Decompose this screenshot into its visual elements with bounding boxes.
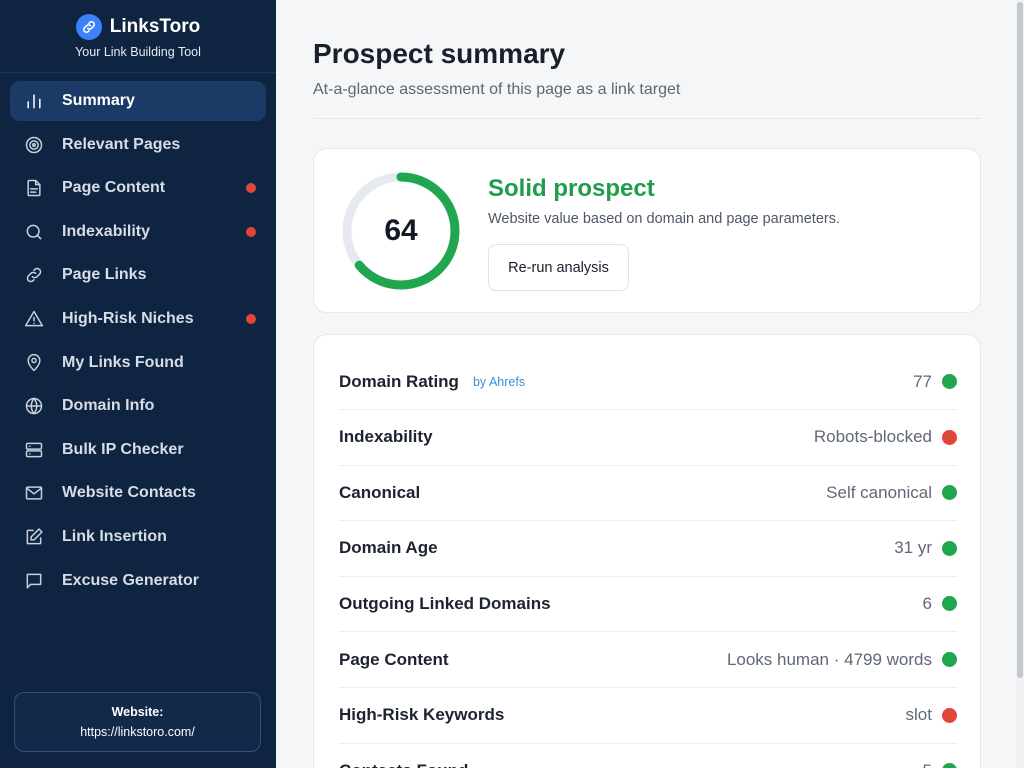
metric-value: 77 [913, 371, 932, 391]
metric-row: Canonical Self canonical [339, 465, 957, 522]
metric-row: Outgoing Linked Domains 6 [339, 576, 957, 633]
brand-header: LinksToro Your Link Building Tool [0, 0, 276, 73]
status-dot [942, 652, 957, 667]
metric-row: Domain Rating by Ahrefs 77 [339, 354, 957, 410]
metric-value: 5 [923, 761, 932, 768]
score-verdict: Solid prospect [488, 175, 655, 202]
metric-value: Looks human · 4799 words [726, 649, 932, 669]
link-logo-icon [75, 13, 102, 40]
sidebar-item-page-links[interactable]: Page Links [10, 255, 266, 295]
sidebar-item-link-insertion[interactable]: Link Insertion [10, 517, 266, 557]
sidebar-nav: Summary Relevant Pages Page Content Indexab… [0, 73, 276, 601]
score-description: Website value based on domain and page p… [488, 211, 840, 227]
metric-row: Page Content Looks human · 4799 words [339, 632, 957, 688]
metric-name: High-Risk Keywords [339, 705, 505, 725]
website-label: Website: [111, 705, 164, 719]
status-dot [942, 374, 957, 389]
metric-value: Robots-blocked [813, 427, 932, 447]
metric-name: Contacts Found [339, 761, 468, 768]
status-dot [942, 485, 957, 501]
sidebar-item-my-links-found[interactable]: My Links Found [10, 343, 266, 383]
metric-source-link[interactable]: by Ahrefs [473, 375, 525, 389]
sidebar-item-label: Summary [62, 92, 135, 109]
alert-dot [246, 313, 256, 324]
page-subtitle: At-a-glance assessment of this page as a… [313, 81, 681, 98]
mail-icon [24, 483, 44, 503]
sidebar-item-relevant-pages[interactable]: Relevant Pages [10, 125, 266, 165]
metric-row: High-Risk Keywords slot [339, 688, 957, 744]
globe-icon [24, 396, 44, 416]
metric-value: slot [905, 705, 932, 725]
status-dot [942, 540, 957, 556]
sidebar-item-label: Excuse Generator [62, 571, 199, 589]
search-icon [24, 222, 44, 242]
sidebar-item-label: Website Contacts [62, 484, 196, 502]
page-scrollbar[interactable] [1016, 0, 1024, 768]
sidebar-item-website-contacts[interactable]: Website Contacts [10, 473, 266, 513]
status-dot [942, 429, 957, 445]
metric-value: 31 yr [894, 538, 932, 558]
sidebar-item-label: Domain Info [62, 397, 155, 415]
location-pin-icon [24, 353, 44, 373]
target-icon [24, 135, 44, 155]
sidebar-item-page-content[interactable]: Page Content [10, 168, 266, 208]
metric-name: Domain Rating [339, 371, 459, 391]
sidebar-item-excuse-generator[interactable]: Excuse Generator [10, 561, 266, 601]
sidebar-item-label: High-Risk Niches [62, 309, 194, 327]
status-dot [942, 707, 957, 723]
status-dot [942, 596, 957, 612]
status-dot [942, 763, 957, 768]
edit-icon [24, 527, 44, 547]
link-icon [24, 265, 44, 285]
bar-chart-icon [24, 91, 44, 111]
sidebar-item-label: My Links Found [62, 353, 184, 371]
website-url: https://linkstoro.com/ [80, 725, 195, 739]
metrics-card: Domain Rating by Ahrefs 77 Indexability Robo… [313, 334, 981, 768]
page-title: Prospect summary [313, 38, 566, 69]
sidebar: LinksToro Your Link Building Tool Summar… [0, 0, 276, 768]
sidebar-item-indexability[interactable]: Indexability [10, 212, 266, 252]
header-divider [313, 118, 981, 119]
main-content: Prospect summary At-a-glance assessment … [276, 0, 1016, 768]
metric-row: Contacts Found 5 [339, 743, 957, 768]
scrollbar-thumb[interactable] [1017, 2, 1023, 678]
metric-name: Domain Age [339, 538, 438, 558]
alert-dot [246, 226, 256, 237]
rerun-analysis-button[interactable]: Re-run analysis [488, 244, 629, 291]
sidebar-item-label: Page Content [62, 179, 166, 197]
app-tagline: Your Link Building Tool [75, 44, 201, 59]
website-box[interactable]: Website: https://linkstoro.com/ [14, 692, 261, 752]
metric-value: 6 [922, 593, 932, 613]
sidebar-item-label: Page Links [62, 266, 147, 284]
chat-icon [24, 571, 44, 591]
sidebar-item-label: Link Insertion [62, 527, 167, 545]
metric-value: Self canonical [826, 482, 932, 502]
metric-name: Indexability [339, 427, 433, 447]
app-name: LinksToro [109, 15, 201, 37]
sidebar-item-label: Relevant Pages [62, 135, 181, 153]
alert-dot [246, 183, 256, 194]
metric-name: Outgoing Linked Domains [339, 593, 551, 613]
metric-name: Canonical [339, 482, 421, 502]
sidebar-item-high-risk-niches[interactable]: High-Risk Niches [10, 299, 266, 339]
sidebar-item-summary[interactable]: Summary [10, 81, 266, 121]
sidebar-item-bulk-ip-checker[interactable]: Bulk IP Checker [10, 430, 266, 470]
sidebar-item-label: Indexability [62, 222, 151, 240]
score-card: 64 Solid prospect Website value based on… [313, 148, 981, 313]
score-value: 64 [384, 214, 418, 247]
metric-row: Indexability Robots-blocked [339, 410, 957, 466]
sidebar-item-domain-info[interactable]: Domain Info [10, 386, 266, 426]
metric-row: Domain Age 31 yr [339, 521, 957, 577]
document-icon [24, 178, 44, 198]
server-icon [24, 440, 44, 460]
sidebar-item-label: Bulk IP Checker [62, 440, 184, 458]
metric-name: Page Content [339, 649, 449, 669]
warning-icon [24, 309, 44, 329]
